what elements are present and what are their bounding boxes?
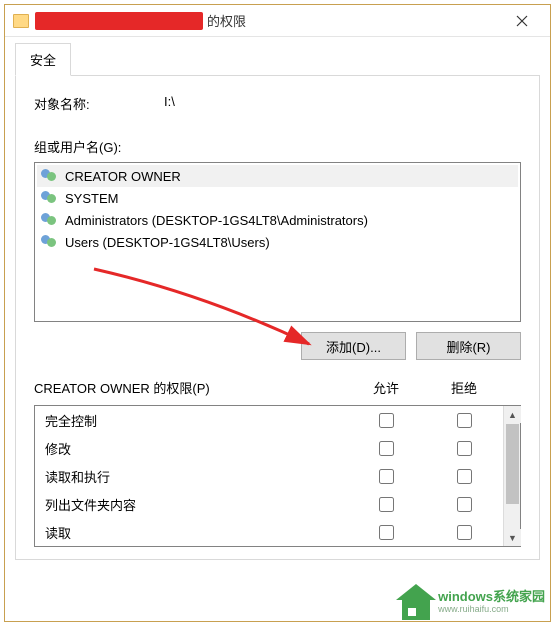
list-item[interactable]: SYSTEM — [37, 187, 518, 209]
groups-label: 组或用户名(G): — [34, 137, 521, 156]
watermark-sub: www.ruihaifu.com — [438, 604, 545, 614]
deny-checkbox[interactable] — [457, 441, 472, 456]
perm-row: 列出文件夹内容 — [35, 490, 503, 518]
perm-name: 修改 — [45, 439, 347, 458]
col-deny: 拒绝 — [425, 378, 503, 397]
users-icon — [41, 168, 59, 184]
remove-button[interactable]: 删除(R) — [416, 332, 521, 360]
scrollbar[interactable]: ▲ ▼ — [503, 406, 520, 546]
house-icon — [396, 584, 436, 620]
users-icon — [41, 190, 59, 206]
permissions-list: 完全控制 修改 读取和执行 列出文件夹内 — [35, 406, 503, 546]
redacted-name — [35, 12, 203, 30]
list-item-text: Administrators (DESKTOP-1GS4LT8\Administ… — [65, 213, 368, 228]
deny-checkbox[interactable] — [457, 469, 472, 484]
title-suffix: 的权限 — [207, 11, 246, 30]
watermark: windows系统家园 www.ruihaifu.com — [396, 584, 545, 620]
perm-row: 修改 — [35, 434, 503, 462]
list-item-text: Users (DESKTOP-1GS4LT8\Users) — [65, 235, 270, 250]
scroll-thumb[interactable] — [506, 424, 519, 504]
close-icon — [516, 15, 528, 27]
users-icon — [41, 234, 59, 250]
folder-icon — [13, 14, 29, 28]
permissions-header: CREATOR OWNER 的权限(P) 允许 拒绝 — [34, 378, 521, 397]
add-button[interactable]: 添加(D)... — [301, 332, 406, 360]
deny-checkbox[interactable] — [457, 525, 472, 540]
users-icon — [41, 212, 59, 228]
button-row: 添加(D)... 删除(R) — [34, 332, 521, 360]
perm-name: 列出文件夹内容 — [45, 495, 347, 514]
list-item[interactable]: Administrators (DESKTOP-1GS4LT8\Administ… — [37, 209, 518, 231]
scroll-down-icon[interactable]: ▼ — [504, 529, 521, 546]
scroll-up-icon[interactable]: ▲ — [504, 406, 521, 423]
list-item-text: CREATOR OWNER — [65, 169, 181, 184]
dialog-content: 安全 对象名称: I:\ 组或用户名(G): CREATOR OWNER SYS… — [5, 37, 550, 570]
permissions-dialog: 的权限 安全 对象名称: I:\ 组或用户名(G): CREATOR OWNER — [4, 4, 551, 622]
perm-row: 完全控制 — [35, 406, 503, 434]
users-listbox[interactable]: CREATOR OWNER SYSTEM Administrators (DES… — [34, 162, 521, 322]
tab-row: 安全 — [15, 43, 540, 76]
list-item[interactable]: Users (DESKTOP-1GS4LT8\Users) — [37, 231, 518, 253]
titlebar: 的权限 — [5, 5, 550, 37]
tab-body: 对象名称: I:\ 组或用户名(G): CREATOR OWNER SYSTEM… — [15, 76, 540, 560]
allow-checkbox[interactable] — [379, 525, 394, 540]
close-button[interactable] — [502, 6, 542, 36]
allow-checkbox[interactable] — [379, 413, 394, 428]
deny-checkbox[interactable] — [457, 413, 472, 428]
allow-checkbox[interactable] — [379, 469, 394, 484]
tab-security[interactable]: 安全 — [15, 43, 71, 76]
list-item[interactable]: CREATOR OWNER — [37, 165, 518, 187]
deny-checkbox[interactable] — [457, 497, 472, 512]
list-item-text: SYSTEM — [65, 191, 118, 206]
allow-checkbox[interactable] — [379, 441, 394, 456]
perm-row: 读取 — [35, 518, 503, 546]
object-name-label: 对象名称: — [34, 94, 164, 113]
perm-name: 读取和执行 — [45, 467, 347, 486]
permissions-box: 完全控制 修改 读取和执行 列出文件夹内 — [34, 405, 521, 547]
object-name-row: 对象名称: I:\ — [34, 94, 521, 113]
perm-title: CREATOR OWNER 的权限(P) — [34, 378, 347, 397]
perm-name: 完全控制 — [45, 411, 347, 430]
perm-name: 读取 — [45, 523, 347, 542]
object-name-value: I:\ — [164, 94, 175, 113]
watermark-text: windows系统家园 — [438, 590, 545, 604]
perm-row: 读取和执行 — [35, 462, 503, 490]
col-allow: 允许 — [347, 378, 425, 397]
allow-checkbox[interactable] — [379, 497, 394, 512]
